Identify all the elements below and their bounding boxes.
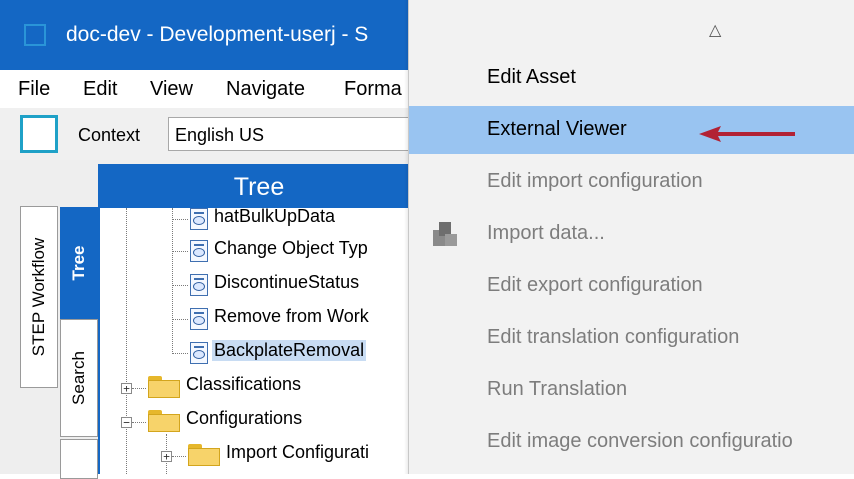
tree-connector [172, 319, 188, 320]
folder-icon [188, 444, 220, 466]
tree-item-label: BackplateRemoval [212, 340, 367, 361]
tree-row-selected[interactable]: BackplateRemoval [100, 340, 420, 366]
workflow-doc-icon [190, 274, 208, 296]
menu-item-edit-asset[interactable]: Edit Asset [409, 54, 854, 102]
context-icon[interactable] [20, 115, 58, 153]
tree-connector [172, 285, 188, 286]
tree-item-label: Classifications [186, 374, 302, 394]
expand-icon[interactable]: + [121, 383, 132, 394]
tab-search-label: Search [69, 351, 88, 405]
tree-connector [132, 388, 146, 389]
title-bar: doc-dev - Development-userj - S [0, 0, 420, 70]
menu-edit[interactable]: Edit [83, 78, 117, 101]
tree-header: Tree [98, 164, 420, 208]
tree-item-label: Configurations [186, 408, 303, 428]
tree-connector [172, 353, 188, 354]
tree-item-label: DiscontinueStatus [214, 272, 360, 292]
tree-row[interactable]: Change Object Typ [100, 238, 420, 264]
tree-view: hatBulkUpData Change Object Typ Disconti… [100, 208, 420, 474]
tree-connector [132, 422, 146, 423]
tree-item-label: Remove from Work [214, 306, 369, 326]
workflow-doc-icon [190, 240, 208, 262]
context-bar: Context English US [0, 108, 428, 160]
tab-search[interactable]: Search [60, 319, 98, 437]
menu-item-label: Edit export configuration [487, 274, 703, 296]
folder-icon [148, 410, 180, 432]
context-label: Context [78, 125, 141, 145]
menu-item-label: Edit import configuration [487, 170, 703, 192]
tree-item-label: hatBulkUpData [214, 208, 336, 226]
red-arrow-icon [699, 126, 795, 142]
tree-item-label: Change Object Typ [214, 238, 368, 258]
tab-step-workflow-label: STEP Workflow [29, 237, 48, 357]
menu-item-edit-import-configuration[interactable]: Edit import configuration [409, 158, 854, 206]
menu-item-label: Edit Asset [487, 66, 576, 88]
menu-item-label: Import data... [487, 222, 605, 244]
tree-row[interactable]: Remove from Work [100, 306, 420, 332]
menu-item-external-viewer[interactable]: External Viewer [409, 106, 854, 154]
tab-extra[interactable] [60, 439, 98, 479]
tree-row[interactable]: DiscontinueStatus [100, 272, 420, 298]
menu-item-edit-export-configuration[interactable]: Edit export configuration [409, 262, 854, 310]
menu-item-label: Run Translation [487, 378, 628, 400]
menu-item-edit-translation-configuration[interactable]: Edit translation configuration [409, 314, 854, 362]
tab-tree-label: Tree [69, 245, 88, 281]
tree-row[interactable]: + Classifications [100, 374, 420, 400]
tree-connector [172, 456, 186, 457]
app-icon [24, 24, 46, 46]
menu-item-label: External Viewer [487, 118, 627, 140]
workflow-doc-icon [190, 308, 208, 330]
workflow-doc-icon [190, 342, 208, 364]
folder-icon [148, 376, 180, 398]
context-select[interactable]: English US [168, 117, 428, 151]
menu-file[interactable]: File [18, 78, 50, 101]
menu-item-edit-image-conversion-configuration[interactable]: Edit image conversion configuratio [409, 418, 854, 466]
tree-item-label: Import Configurati [226, 442, 370, 462]
menu-navigate[interactable]: Navigate [226, 78, 305, 101]
tree-row[interactable]: − Configurations [100, 408, 420, 434]
menu-bar: File Edit View Navigate Forma [0, 70, 420, 108]
menu-format[interactable]: Forma [344, 78, 402, 101]
menu-item-label: Edit image conversion configuratio [487, 430, 793, 452]
menu-item-run-translation[interactable]: Run Translation [409, 366, 854, 414]
menu-item-import-data[interactable]: Import data... [409, 210, 854, 258]
workflow-doc-icon [190, 208, 208, 230]
context-menu: △ Edit Asset External Viewer Edit import… [408, 0, 854, 474]
tree-connector [172, 251, 188, 252]
scroll-up-icon[interactable]: △ [709, 20, 721, 40]
menu-view[interactable]: View [150, 78, 193, 101]
tree-row[interactable]: hatBulkUpData [100, 208, 420, 232]
tree-row[interactable]: + Import Configurati [100, 442, 420, 468]
tab-tree[interactable]: Tree [60, 207, 98, 319]
tree-connector [172, 219, 188, 220]
tab-step-workflow[interactable]: STEP Workflow [20, 206, 58, 388]
menu-item-label: Edit translation configuration [487, 326, 740, 348]
import-data-icon [433, 222, 457, 246]
collapse-icon[interactable]: − [121, 417, 132, 428]
window-title: doc-dev - Development-userj - S [66, 23, 369, 46]
expand-icon[interactable]: + [161, 451, 172, 462]
